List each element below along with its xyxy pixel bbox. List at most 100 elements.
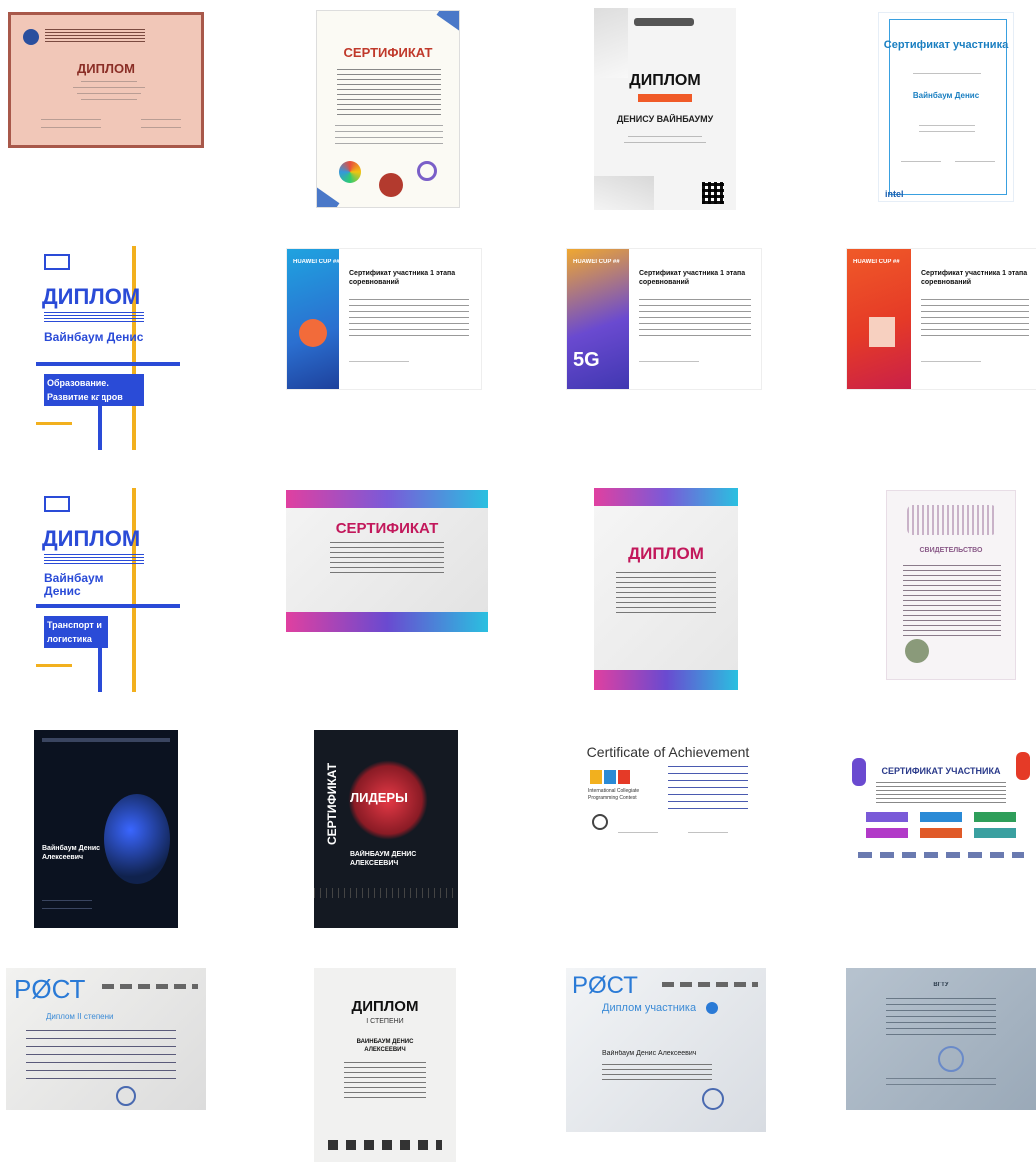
- track-chip: [974, 812, 1016, 822]
- track-chip: [866, 812, 908, 822]
- text-line: [77, 93, 141, 94]
- grid-band: [314, 888, 458, 898]
- blue-line: [98, 396, 102, 450]
- body-text: [330, 542, 444, 576]
- certificate-thumbnail-16[interactable]: СЕРТИФИКАТ УЧАСТНИКА: [846, 738, 1036, 872]
- signature-line: [886, 1078, 996, 1090]
- certificate-thumbnail-18[interactable]: ДИПЛОМ I СТЕПЕНИ ВАЙНБАУМ ДЕНИС АЛЕКСЕЕВ…: [314, 968, 456, 1162]
- body-text: [337, 69, 441, 119]
- blue-line: [36, 604, 180, 608]
- logos-row: [102, 984, 198, 989]
- text-line: [919, 125, 975, 126]
- brand-logo: HUAWEI CUP ##: [853, 259, 900, 265]
- certificate-thumbnail-4[interactable]: Сертификат участника Вайнбаум Денис inte…: [878, 12, 1014, 202]
- certificate-thumbnail-6[interactable]: HUAWEI CUP ## Сертификат участника 1 эта…: [286, 248, 482, 390]
- degree-label: I СТЕПЕНИ: [366, 1018, 404, 1025]
- handwriting: [668, 766, 748, 812]
- seal-icon: [592, 814, 608, 830]
- body-text: [344, 1062, 426, 1098]
- org-name: International Collegiate Programming Con…: [588, 788, 640, 801]
- recipient-name: Вайнбаум Денис Алексеевич: [602, 1050, 697, 1057]
- certificate-thumbnail-20[interactable]: ВГТУ: [846, 968, 1036, 1110]
- body-text: [921, 299, 1029, 339]
- document-title: Сертификат участника 1 этапа соревновани…: [349, 270, 456, 286]
- certificate-thumbnail-10[interactable]: СЕРТИФИКАТ: [286, 490, 488, 632]
- recipient-name: ДЕНИСУ ВАЙНБАУМУ: [616, 114, 714, 124]
- signature-line: [41, 119, 101, 120]
- signature-line: [42, 900, 92, 901]
- seal-icon: [379, 173, 403, 197]
- certificate-thumbnail-11[interactable]: ДИПЛОМ: [594, 488, 738, 690]
- footer-band: [286, 612, 488, 632]
- signature-line: [141, 119, 181, 120]
- arrow-icon: [36, 664, 72, 667]
- document-title: ДИПЛОМ: [42, 284, 141, 309]
- signature-line: [42, 908, 92, 909]
- text-line: [73, 87, 145, 88]
- recipient-name: Вайнбаум Денис: [44, 330, 144, 344]
- logo-box: [44, 254, 70, 270]
- recipient-name: Вайнбаум Денис: [44, 572, 104, 598]
- certificate-thumbnail-1[interactable]: ДИПЛОМ: [8, 12, 204, 148]
- track-chip: [974, 828, 1016, 838]
- certificate-thumbnail-2[interactable]: СЕРТИФИКАТ: [316, 10, 460, 208]
- seal-icon: [702, 1088, 724, 1110]
- body-text: [349, 299, 469, 339]
- certificate-thumbnail-14[interactable]: СЕРТИФИКАТ ЛИДЕРЫ ВАЙНБАУМ ДЕНИС АЛЕКСЕЕ…: [314, 730, 458, 928]
- body-text: [616, 572, 716, 616]
- track-chip: [866, 828, 908, 838]
- signature-line: [141, 127, 181, 128]
- text-line: [624, 142, 706, 143]
- brand-logo: HUAWEI CUP ##: [293, 259, 340, 265]
- pen-image: [594, 176, 654, 210]
- signature-line: [901, 161, 941, 162]
- document-title: СЕРТИФИКАТ УЧАСТНИКА: [881, 766, 1001, 776]
- subtitle-text: [44, 554, 144, 564]
- pen-image: [594, 8, 628, 78]
- signature-line: [639, 361, 699, 362]
- blue-line: [98, 638, 102, 692]
- signature-line: [688, 832, 728, 833]
- certificate-thumbnail-5[interactable]: ДИПЛОМ Вайнбаум Денис Образование. Разви…: [36, 246, 180, 450]
- arrow-icon: [36, 422, 72, 425]
- sponsors-row: [858, 852, 1024, 858]
- headline: ЛИДЕРЫ: [350, 790, 408, 805]
- document-title: Certificate of Achievement: [586, 744, 750, 760]
- degree-badge: [638, 94, 692, 102]
- brand-logo: HUAWEI CUP ##: [573, 259, 620, 265]
- certificate-thumbnail-13[interactable]: Вайнбаум Денис Алексеевич: [34, 730, 178, 928]
- sponsors-row: [328, 1140, 442, 1150]
- certificate-thumbnail-8[interactable]: HUAWEI CUP ## Сертификат участника 1 эта…: [846, 248, 1036, 390]
- emblem-icon: [23, 29, 39, 45]
- seal-icon: [116, 1086, 136, 1106]
- subtitle-text: [44, 312, 144, 322]
- 5g-badge: 5G: [573, 349, 600, 371]
- certificate-thumbnail-3[interactable]: ДИПЛОМ ДЕНИСУ ВАЙНБАУМУ: [594, 8, 736, 210]
- certificate-thumbnail-9[interactable]: ДИПЛОМ Вайнбаум Денис Транспорт и логист…: [36, 488, 180, 692]
- signature-line: [921, 361, 981, 362]
- logos-row: [662, 982, 758, 987]
- text-line: [913, 73, 981, 74]
- certificate-thumbnail-17[interactable]: РØСТ Диплом II степени: [6, 968, 206, 1110]
- signature-line: [349, 361, 409, 362]
- certificate-thumbnail-7[interactable]: HUAWEI CUP ## 5G Сертификат участника 1 …: [566, 248, 762, 390]
- document-title: Диплом II степени: [46, 1012, 114, 1021]
- logo-icon: [339, 161, 361, 183]
- document-title: ДИПЛОМ: [76, 61, 135, 76]
- recipient-name: ВАЙНБАУМ ДЕНИС АЛЕКСЕЕВИЧ: [356, 1039, 414, 1053]
- text-line: [81, 81, 137, 82]
- body-text: [903, 565, 1001, 637]
- logos-row: [42, 738, 170, 742]
- body-text: [876, 782, 1006, 804]
- certificate-thumbnail-19[interactable]: РØСТ Диплом участника Вайнбаум Денис Але…: [566, 968, 766, 1132]
- signature-line: [618, 832, 658, 833]
- certificate-thumbnail-12[interactable]: СВИДЕТЕЛЬСТВО: [886, 490, 1016, 680]
- document-title: СЕРТИФИКАТ: [343, 45, 433, 60]
- logo-box: [44, 496, 70, 512]
- brand-logo: РØСТ: [572, 972, 638, 999]
- footer-band: [594, 670, 738, 690]
- body-text: [602, 1064, 712, 1082]
- body-text: [886, 998, 996, 1038]
- certificate-thumbnail-15[interactable]: Certificate of Achievement International…: [584, 740, 752, 856]
- text-line: [81, 99, 137, 100]
